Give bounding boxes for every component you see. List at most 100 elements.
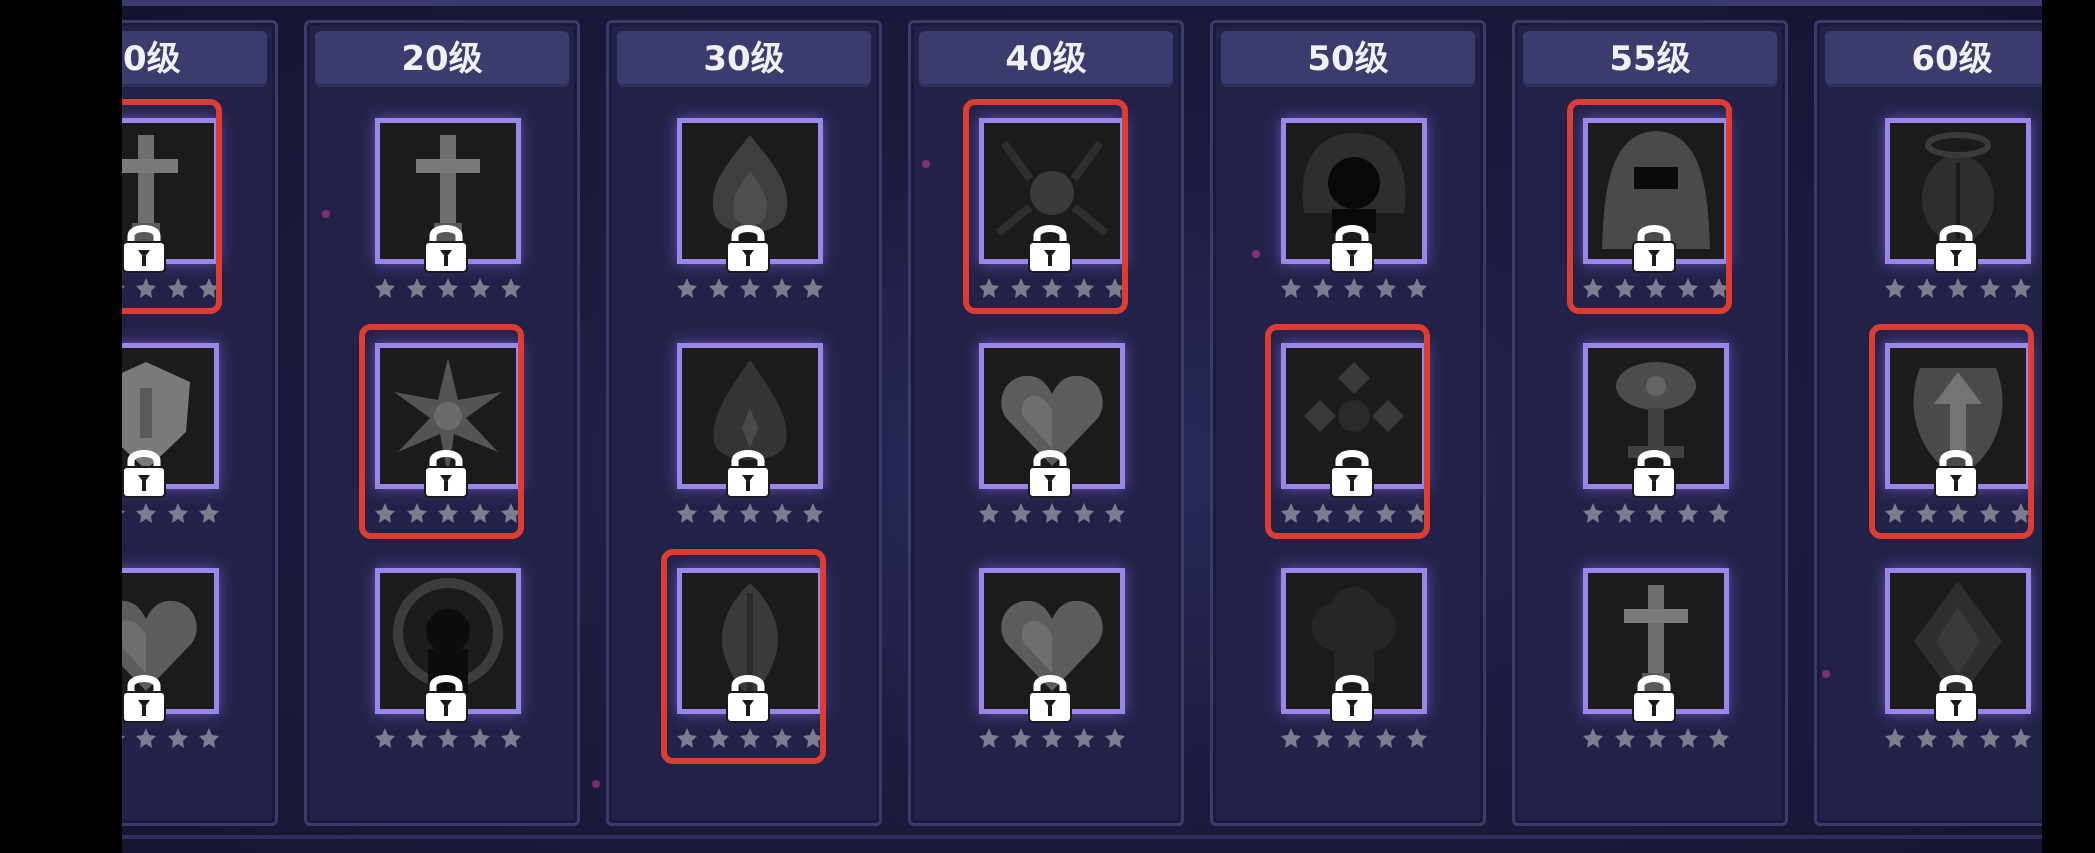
star-icon bbox=[1405, 726, 1429, 750]
star-icon bbox=[373, 276, 397, 300]
star-icon bbox=[1613, 726, 1637, 750]
level-header: 30级 bbox=[617, 31, 871, 87]
talent-slot[interactable] bbox=[1213, 118, 1483, 308]
star-rating bbox=[122, 501, 221, 525]
star-rating bbox=[373, 276, 523, 300]
star-icon bbox=[499, 726, 523, 750]
star-icon bbox=[1676, 501, 1700, 525]
level-header: 20级 bbox=[315, 31, 569, 87]
talent-slot[interactable] bbox=[609, 343, 879, 533]
star-rating bbox=[675, 276, 825, 300]
star-icon bbox=[1103, 501, 1127, 525]
lock-icon bbox=[417, 218, 475, 276]
star-icon bbox=[1707, 726, 1731, 750]
star-icon bbox=[1946, 726, 1970, 750]
highlight-box bbox=[359, 324, 524, 539]
sparkle-decoration bbox=[1822, 670, 1830, 678]
star-icon bbox=[707, 501, 731, 525]
highlight-box bbox=[122, 99, 222, 314]
sparkle-decoration bbox=[322, 210, 330, 218]
star-icon bbox=[707, 276, 731, 300]
star-icon bbox=[1883, 276, 1907, 300]
talent-slot[interactable] bbox=[1817, 118, 2042, 308]
star-rating bbox=[1581, 726, 1731, 750]
star-icon bbox=[1405, 276, 1429, 300]
talent-slot[interactable] bbox=[307, 568, 577, 758]
star-icon bbox=[1040, 726, 1064, 750]
star-rating bbox=[1883, 726, 2033, 750]
star-icon bbox=[770, 501, 794, 525]
star-icon bbox=[197, 501, 221, 525]
talent-grid-screen: 10级 20级 30级 40级 50级 55级 60级 bbox=[122, 0, 2042, 853]
star-icon bbox=[166, 726, 190, 750]
star-rating bbox=[122, 726, 221, 750]
star-icon bbox=[1978, 276, 2002, 300]
star-icon bbox=[1311, 276, 1335, 300]
talent-slot[interactable] bbox=[609, 118, 879, 308]
star-icon bbox=[134, 726, 158, 750]
star-icon bbox=[1581, 726, 1605, 750]
talent-slot[interactable] bbox=[911, 343, 1181, 533]
talent-slot[interactable] bbox=[307, 118, 577, 308]
star-icon bbox=[468, 726, 492, 750]
star-icon bbox=[499, 276, 523, 300]
level-header: 10级 bbox=[122, 31, 267, 87]
lock-icon bbox=[1625, 443, 1683, 501]
level-header: 55级 bbox=[1523, 31, 1777, 87]
sparkle-decoration bbox=[1252, 250, 1260, 258]
lock-icon bbox=[1021, 668, 1079, 726]
sparkle-decoration bbox=[922, 160, 930, 168]
sparkle-decoration bbox=[592, 780, 600, 788]
star-rating bbox=[373, 726, 523, 750]
star-icon bbox=[405, 276, 429, 300]
star-icon bbox=[1676, 726, 1700, 750]
star-rating bbox=[977, 726, 1127, 750]
star-icon bbox=[1581, 501, 1605, 525]
star-icon bbox=[197, 726, 221, 750]
lock-icon bbox=[1021, 443, 1079, 501]
highlight-box bbox=[1869, 324, 2034, 539]
star-icon bbox=[373, 726, 397, 750]
star-icon bbox=[738, 501, 762, 525]
lock-icon bbox=[719, 218, 777, 276]
star-icon bbox=[1072, 726, 1096, 750]
talent-slot[interactable] bbox=[1515, 568, 1785, 758]
highlight-box bbox=[963, 99, 1128, 314]
talent-slot[interactable] bbox=[122, 568, 275, 758]
star-icon bbox=[1883, 726, 1907, 750]
talent-slot[interactable] bbox=[1515, 343, 1785, 533]
star-icon bbox=[122, 501, 127, 525]
star-icon bbox=[1644, 726, 1668, 750]
star-rating bbox=[1883, 276, 2033, 300]
star-icon bbox=[1915, 276, 1939, 300]
highlight-box bbox=[661, 549, 826, 764]
star-icon bbox=[2009, 726, 2033, 750]
star-icon bbox=[134, 501, 158, 525]
lock-icon bbox=[417, 668, 475, 726]
talent-slot[interactable] bbox=[1817, 568, 2042, 758]
star-icon bbox=[1374, 726, 1398, 750]
star-icon bbox=[801, 276, 825, 300]
lock-icon bbox=[719, 443, 777, 501]
highlight-box bbox=[1265, 324, 1430, 539]
star-icon bbox=[436, 276, 460, 300]
star-icon bbox=[1946, 276, 1970, 300]
star-icon bbox=[1644, 501, 1668, 525]
star-icon bbox=[1040, 501, 1064, 525]
star-icon bbox=[122, 726, 127, 750]
star-icon bbox=[1342, 726, 1366, 750]
star-icon bbox=[436, 726, 460, 750]
star-icon bbox=[738, 276, 762, 300]
level-header: 60级 bbox=[1825, 31, 2042, 87]
star-icon bbox=[801, 501, 825, 525]
star-icon bbox=[1915, 726, 1939, 750]
lock-icon bbox=[1927, 668, 1985, 726]
lock-icon bbox=[1323, 668, 1381, 726]
star-icon bbox=[1342, 276, 1366, 300]
star-icon bbox=[1374, 276, 1398, 300]
talent-slot[interactable] bbox=[1213, 568, 1483, 758]
lock-icon bbox=[122, 443, 173, 501]
talent-slot[interactable] bbox=[122, 343, 275, 533]
star-icon bbox=[1279, 726, 1303, 750]
talent-slot[interactable] bbox=[911, 568, 1181, 758]
